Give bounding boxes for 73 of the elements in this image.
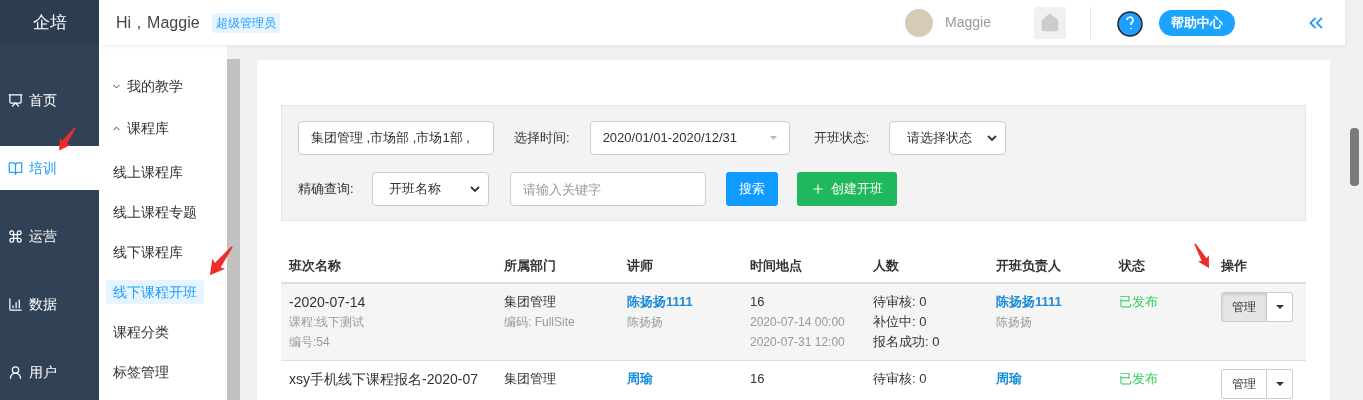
- home-button[interactable]: [1034, 6, 1066, 39]
- dropdown-toggle[interactable]: [1267, 292, 1293, 322]
- chevron-down-icon: [469, 186, 480, 192]
- place: 16: [750, 370, 766, 388]
- greeting: Hi，Maggie: [116, 12, 200, 33]
- course-name: 课程:线下测试: [289, 314, 366, 331]
- submenu-item[interactable]: 线上课程专题: [106, 200, 204, 224]
- query-type-select[interactable]: 开班名称: [371, 172, 489, 206]
- submenu-group[interactable]: 我的教学: [111, 76, 227, 97]
- column-header: 开班负责人: [995, 256, 1062, 275]
- sidebar-item-icon: [8, 160, 23, 176]
- keyword-input[interactable]: 请输入关键字: [509, 172, 706, 206]
- caret-icon: [769, 136, 777, 140]
- home-icon: [1040, 12, 1060, 33]
- column-header: 人数: [872, 256, 900, 275]
- status-text: 已发布: [1119, 371, 1158, 386]
- avatar[interactable]: [905, 8, 934, 37]
- column-header: 讲师: [625, 256, 654, 275]
- dropdown-toggle[interactable]: [1267, 369, 1293, 399]
- column-header: 时间地点: [749, 256, 803, 275]
- column-header: 班次名称: [287, 256, 342, 275]
- owner-link[interactable]: 周瑜: [996, 369, 1022, 389]
- sidebar-item-icon: [8, 364, 23, 380]
- page-scrollbar[interactable]: [1345, 0, 1363, 400]
- chevron-down-icon: [987, 135, 998, 141]
- place: 16: [750, 293, 766, 311]
- enrollment-count: 待审核: 0: [873, 293, 928, 311]
- submenu-group[interactable]: 课程库: [111, 118, 227, 139]
- scrollbar-thumb[interactable]: [1349, 128, 1359, 186]
- role-badge: 超级管理员: [211, 12, 280, 33]
- enrollment-count: 补位中: 0: [873, 313, 928, 331]
- caret-icon: [1275, 305, 1284, 309]
- sidebar-item-icon: [8, 296, 23, 312]
- status-text: 已发布: [1119, 294, 1158, 309]
- department-field[interactable]: 集团管理 ,市场部 ,市场1部 ,: [298, 121, 494, 155]
- manage-button[interactable]: 管理: [1221, 292, 1267, 322]
- time-label: 选择时间:: [514, 129, 570, 148]
- date-range-field[interactable]: 2020/01/01-2020/12/31: [589, 121, 790, 155]
- status-select[interactable]: 请选择状态: [889, 121, 1007, 155]
- teacher-username: 陈扬扬: [627, 314, 664, 331]
- submenu-item[interactable]: 线下课程库: [106, 240, 190, 264]
- sidebar-item[interactable]: 用户: [0, 350, 99, 394]
- department: 集团管理: [504, 370, 557, 388]
- teacher-link[interactable]: 周瑜: [627, 369, 653, 389]
- status-label: 开班状态:: [813, 129, 870, 148]
- sidebar-item-icon: [8, 228, 23, 244]
- column-header: 状态: [1117, 256, 1146, 275]
- manage-button[interactable]: 管理: [1221, 369, 1267, 399]
- department-code: 编码: FullSite: [504, 314, 576, 331]
- table-row[interactable]: -2020-07-14 课程:线下测试 编号:54 集团管理 编码: FullSite 陈扬扬1111 陈扬扬 16 2020-07-14 00:00 2020-07-31 12:00 待审核: 0 补位中: 0 报名成功: 0 陈扬扬1111 陈扬扬 已发布 管理: [281, 284, 1306, 361]
- end-time: 2020-07-31 12:00: [750, 334, 846, 351]
- submenu-item[interactable]: 标签管理: [106, 360, 176, 384]
- owner-username: 陈扬扬: [996, 314, 1033, 331]
- class-name: -2020-07-14: [289, 293, 367, 312]
- column-header: 操作: [1220, 256, 1248, 275]
- class-name: xsy手机线下课程报名-2020-07: [289, 370, 480, 389]
- logo-text: 企培: [32, 11, 67, 34]
- sidebar-item[interactable]: 数据: [0, 282, 99, 326]
- submenu-item[interactable]: 线上课程库: [106, 160, 190, 184]
- enrollment-count: 报名成功: 0: [873, 333, 941, 351]
- column-header: 所属部门: [503, 256, 557, 275]
- exact-query-label: 精确查询:: [298, 180, 354, 199]
- sidebar-item-icon: [8, 92, 23, 108]
- sidebar-item[interactable]: 运营: [0, 214, 99, 258]
- class-number: 编号:54: [289, 334, 331, 351]
- caret-icon: [1275, 382, 1284, 386]
- submenu-scrollbar[interactable]: [227, 45, 240, 400]
- sidebar-item[interactable]: 首页: [0, 78, 99, 122]
- enrollment-count: 待审核: 0: [873, 370, 928, 388]
- department: 集团管理: [504, 293, 557, 311]
- plus-icon: [810, 182, 825, 196]
- start-time: 2020-07-14 00:00: [750, 314, 846, 331]
- submenu-item[interactable]: 课程分类: [106, 320, 176, 344]
